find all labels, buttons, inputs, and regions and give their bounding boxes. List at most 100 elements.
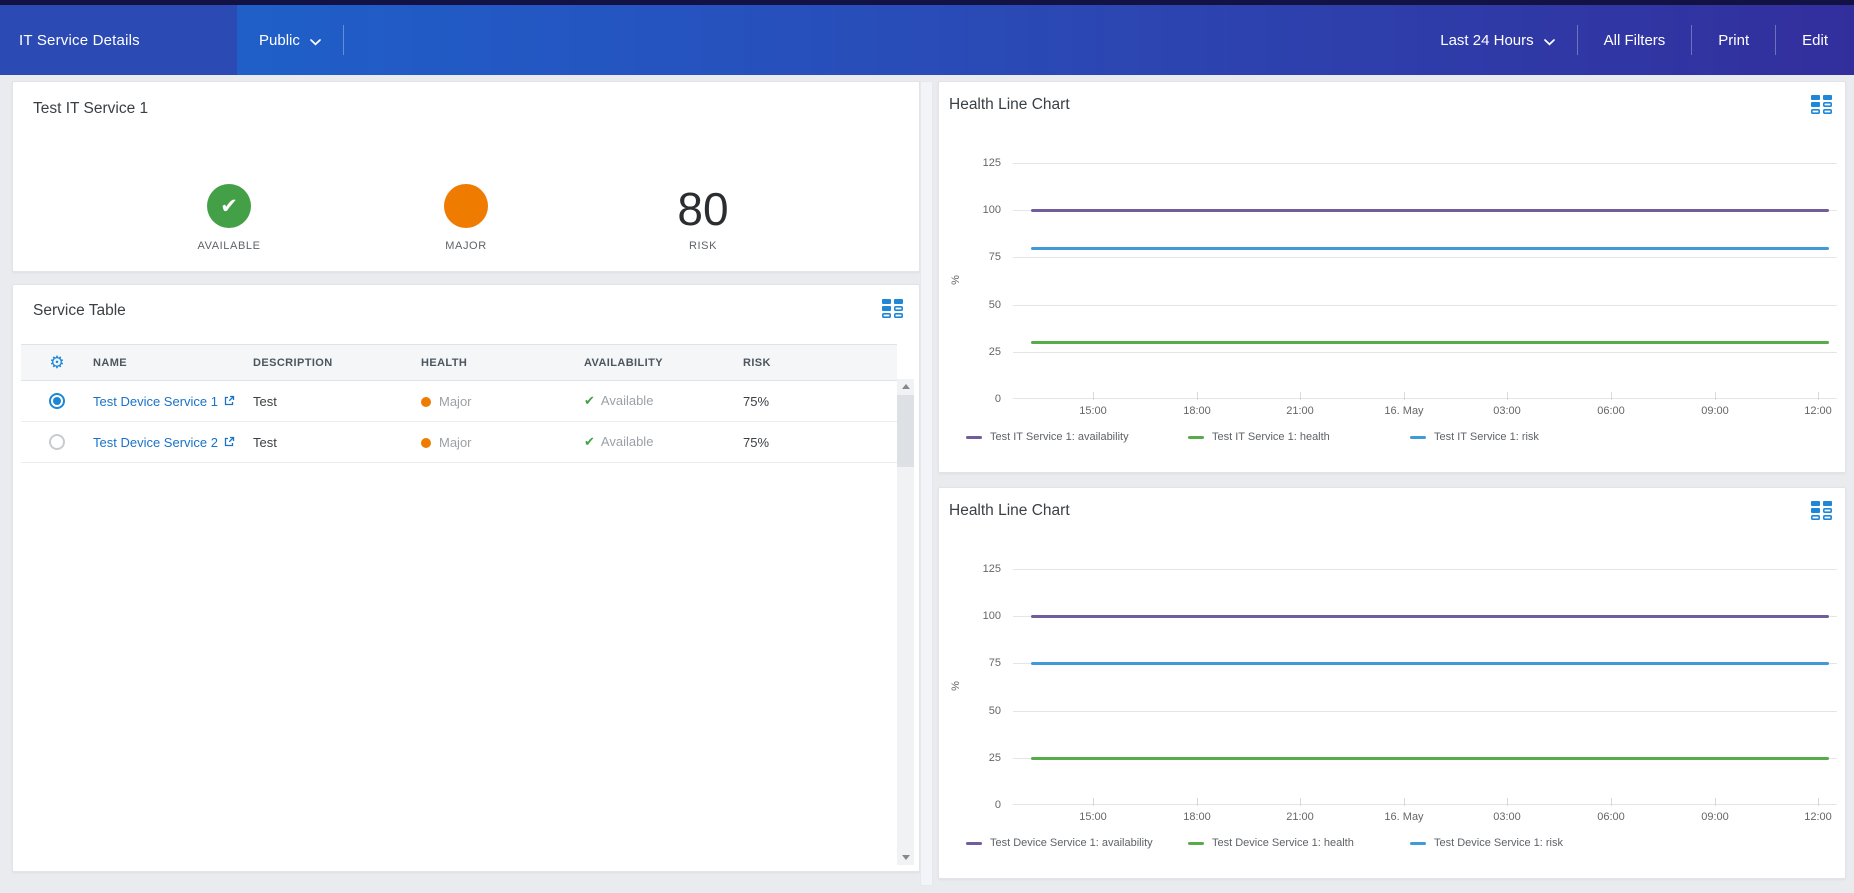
y-tick-label: 100 <box>939 203 1001 217</box>
x-tick-label: 21:00 <box>1286 811 1314 823</box>
gridline <box>1013 352 1837 353</box>
x-tick-label: 06:00 <box>1597 405 1625 417</box>
scrollbar-thumb[interactable] <box>897 395 914 467</box>
page-title: IT Service Details <box>0 5 237 75</box>
x-tick-mark <box>1300 798 1301 806</box>
service-table-card: Service Table ⚙ NAME DESCRIPTION HEALTH … <box>12 284 920 872</box>
series-line <box>1031 341 1829 344</box>
table-body: Test Device Service 1 Test Major ✔Availa… <box>21 381 897 463</box>
x-tick-label: 03:00 <box>1493 811 1521 823</box>
row-select-cell <box>21 434 93 450</box>
health-line-chart-card: Health Line Chart % 0255075100125 15:001… <box>938 487 1846 879</box>
y-tick-label: 0 <box>939 798 1001 812</box>
chart-legend: Test IT Service 1: availabilityTest IT S… <box>966 431 1837 443</box>
column-header-name: NAME <box>93 357 253 369</box>
service-summary-card: Test IT Service 1 ✔ AVAILABLE MAJOR 80 R… <box>12 81 920 272</box>
gear-icon[interactable]: ⚙ <box>49 354 64 371</box>
scroll-down-button[interactable] <box>897 850 914 865</box>
time-range-label: Last 24 Hours <box>1440 32 1533 49</box>
page-title-text: IT Service Details <box>19 32 140 49</box>
edit-button[interactable]: Edit <box>1776 5 1854 75</box>
external-link-icon <box>223 395 235 407</box>
health-cell: Major <box>421 435 584 450</box>
legend-item[interactable]: Test Device Service 1: availability <box>966 837 1188 849</box>
x-tick-label: 15:00 <box>1079 405 1107 417</box>
edit-label: Edit <box>1802 32 1828 49</box>
table-header-row: ⚙ NAME DESCRIPTION HEALTH AVAILABILITY R… <box>21 344 897 381</box>
legend-item[interactable]: Test IT Service 1: availability <box>966 431 1188 443</box>
availability-text: Available <box>601 393 654 408</box>
scroll-up-button[interactable] <box>897 379 914 394</box>
legend-item[interactable]: Test IT Service 1: risk <box>1410 431 1632 443</box>
table-row: Test Device Service 1 Test Major ✔Availa… <box>21 381 897 422</box>
column-header-availability: AVAILABILITY <box>584 357 743 369</box>
chevron-down-icon <box>310 33 321 50</box>
service-summary-title: Test IT Service 1 <box>33 100 148 118</box>
x-tick-label: 09:00 <box>1701 811 1729 823</box>
service-status-row: ✔ AVAILABLE MAJOR 80 RISK <box>13 134 919 252</box>
risk-cell: 75% <box>743 435 897 450</box>
availability-cell: ✔Available <box>584 434 743 450</box>
description-cell: Test <box>253 435 421 450</box>
legend-dash-icon <box>966 436 982 439</box>
service-link[interactable]: Test Device Service 1 <box>93 394 235 409</box>
legend-item[interactable]: Test Device Service 1: risk <box>1410 837 1632 849</box>
chart-legend: Test Device Service 1: availabilityTest … <box>966 837 1837 849</box>
legend-label: Test Device Service 1: risk <box>1434 837 1563 849</box>
legend-item[interactable]: Test IT Service 1: health <box>1188 431 1410 443</box>
legend-dash-icon <box>966 842 982 845</box>
name-cell: Test Device Service 2 <box>93 435 253 450</box>
view-selector-dropdown[interactable]: Public <box>237 5 343 75</box>
panel-scrollbar[interactable] <box>920 81 933 886</box>
view-selector-label: Public <box>259 32 300 49</box>
x-tick-mark <box>1197 392 1198 400</box>
gridline <box>1013 163 1837 164</box>
x-tick-label: 09:00 <box>1701 405 1729 417</box>
layout-grid-icon[interactable] <box>882 299 904 318</box>
x-tick-label: 16. May <box>1384 811 1423 823</box>
series-line <box>1031 662 1829 665</box>
x-tick-mark <box>1300 392 1301 400</box>
availability-status-icon: ✔ <box>207 184 251 228</box>
row-select-radio[interactable] <box>49 434 65 450</box>
print-label: Print <box>1718 32 1749 49</box>
name-cell: Test Device Service 1 <box>93 394 253 409</box>
legend-item[interactable]: Test Device Service 1: health <box>1188 837 1410 849</box>
x-tick-label: 12:00 <box>1804 811 1832 823</box>
x-tick-mark <box>1507 798 1508 806</box>
print-button[interactable]: Print <box>1692 5 1775 75</box>
y-axis: 0255075100125 <box>939 82 1001 412</box>
chevron-down-icon <box>1544 33 1555 50</box>
check-icon: ✔ <box>220 196 238 217</box>
row-select-radio[interactable] <box>49 393 65 409</box>
health-text: Major <box>439 394 472 409</box>
layout-grid-icon[interactable] <box>1811 95 1833 114</box>
top-navigation-bar: IT Service Details Public Last 24 Hours … <box>0 5 1854 75</box>
column-header-health: HEALTH <box>421 357 584 369</box>
availability-text: Available <box>601 434 654 449</box>
risk-stat: 80 RISK <box>605 134 801 252</box>
service-link-text: Test Device Service 1 <box>93 394 218 409</box>
service-table-title: Service Table <box>33 302 126 320</box>
all-filters-button[interactable]: All Filters <box>1578 5 1692 75</box>
x-tick-mark <box>1093 798 1094 806</box>
x-tick-mark <box>1818 798 1819 806</box>
chart-plot-area <box>1013 163 1837 399</box>
layout-grid-icon[interactable] <box>1811 501 1833 520</box>
nav-spacer <box>344 5 1418 75</box>
all-filters-label: All Filters <box>1604 32 1666 49</box>
x-tick-mark <box>1715 392 1716 400</box>
x-tick-mark <box>1715 798 1716 806</box>
risk-value: 80 <box>677 186 728 232</box>
y-tick-label: 75 <box>939 656 1001 670</box>
y-tick-label: 50 <box>939 704 1001 718</box>
risk-cell: 75% <box>743 394 897 409</box>
series-line <box>1031 615 1829 618</box>
x-tick-label: 06:00 <box>1597 811 1625 823</box>
x-tick-mark <box>1197 798 1198 806</box>
service-link[interactable]: Test Device Service 2 <box>93 435 235 450</box>
time-range-dropdown[interactable]: Last 24 Hours <box>1418 5 1576 75</box>
table-scrollbar[interactable] <box>897 379 914 865</box>
check-icon: ✔ <box>584 393 595 408</box>
availability-stat: ✔ AVAILABLE <box>131 134 327 252</box>
